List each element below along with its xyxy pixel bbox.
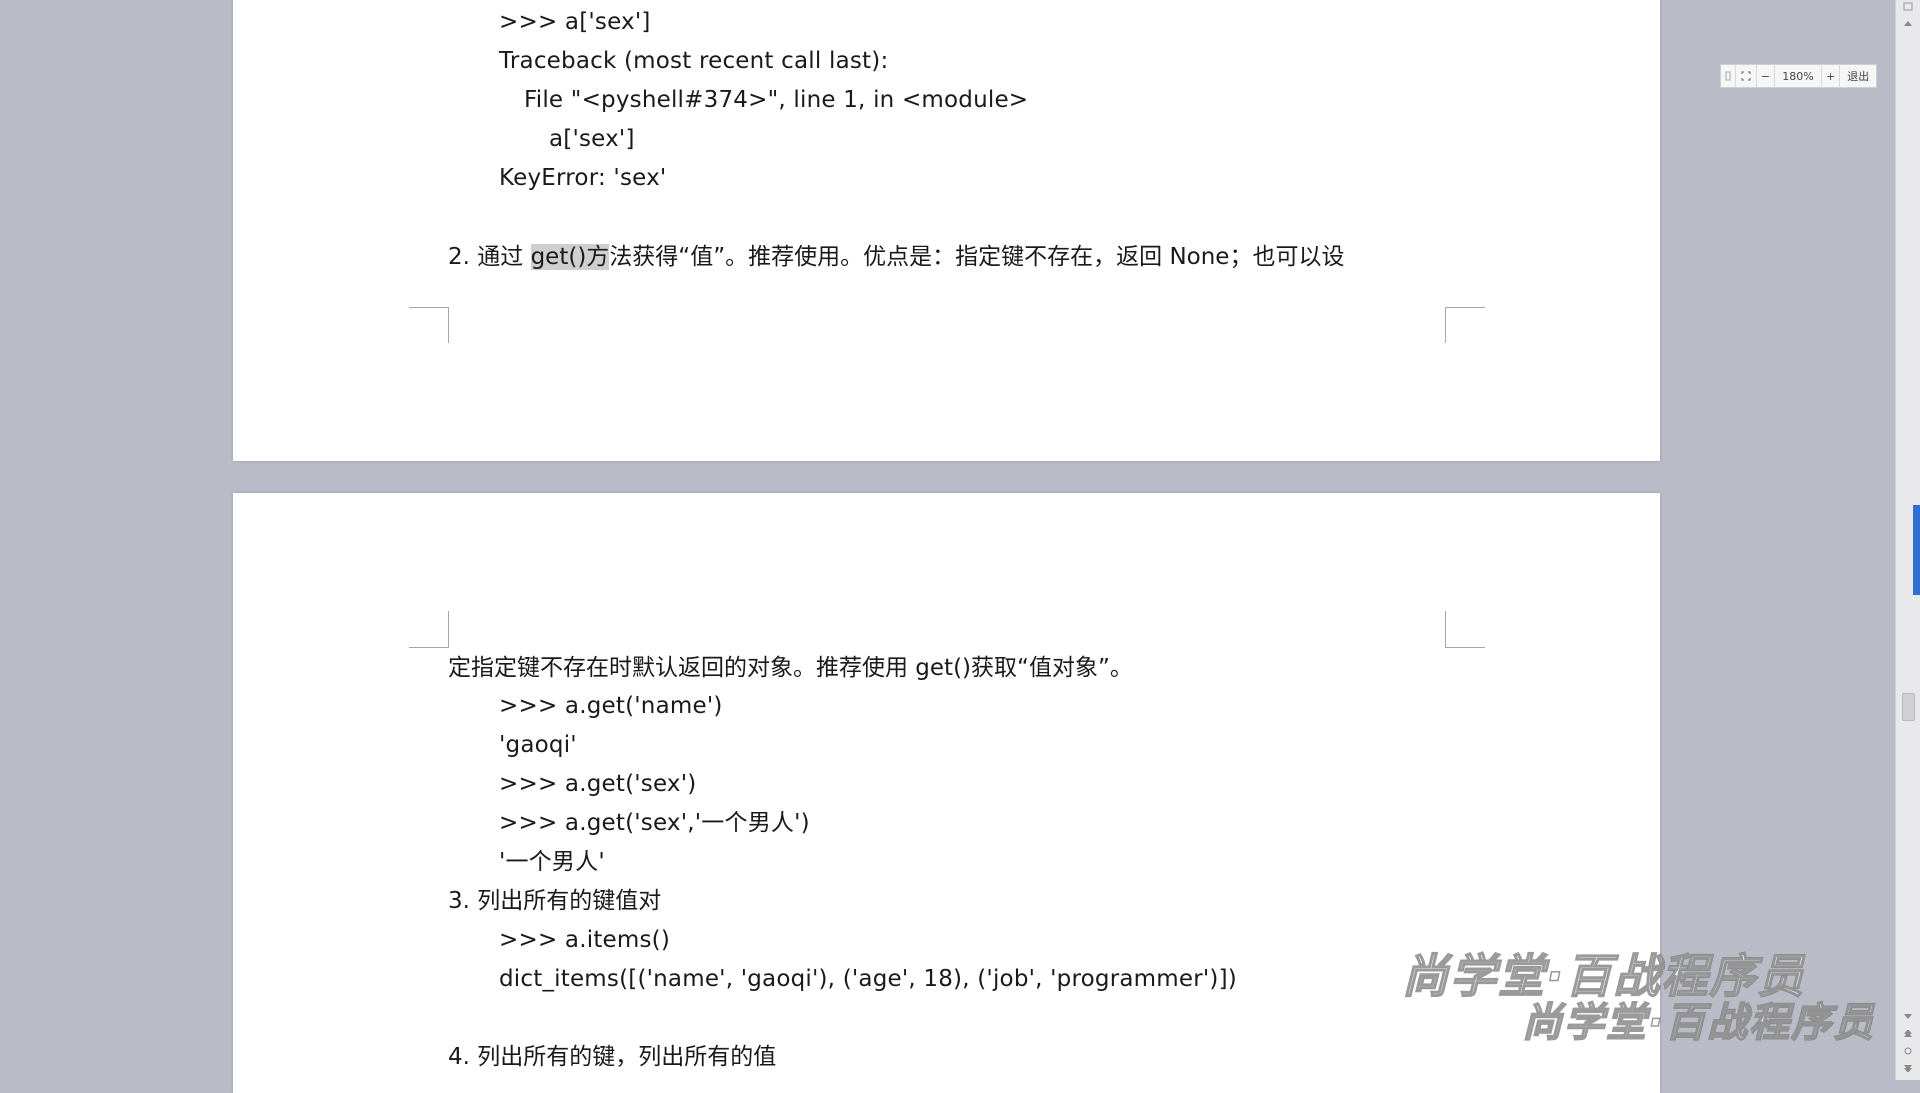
zoom-in-button[interactable]: +	[1820, 65, 1840, 87]
grip-icon	[1721, 65, 1735, 87]
zoom-out-button[interactable]: −	[1755, 65, 1775, 87]
watermark: 尚学堂·百战程序员	[1521, 999, 1876, 1047]
select-browse-icon[interactable]	[1902, 1047, 1914, 1059]
code-line: '一个男人'	[499, 849, 605, 875]
zoom-control: − 180% + 退出	[1720, 64, 1877, 88]
text-selection[interactable]: get()方	[530, 244, 610, 270]
code-line: >>> a.get('sex')	[499, 771, 697, 797]
scroll-top-icon[interactable]	[1902, 2, 1914, 14]
list-number: 3.	[448, 888, 470, 914]
next-page-icon[interactable]	[1902, 1064, 1914, 1076]
zoom-level[interactable]: 180%	[1774, 65, 1820, 87]
code-line: KeyError: 'sex'	[499, 165, 667, 191]
list-number: 4.	[448, 1044, 470, 1070]
margin-mark	[1445, 611, 1446, 647]
list-text: 列出所有的键，列出所有的值	[477, 1044, 777, 1070]
code-line: Traceback (most recent call last):	[499, 48, 889, 74]
document-page-1: >>> a['sex'] Traceback (most recent call…	[233, 0, 1660, 461]
code-line: dict_items([('name', 'gaoqi'), ('age', 1…	[499, 966, 1237, 992]
list-item-2: 2. 通过 get()方法获得“值”。推荐使用。优点是：指定键不存在，返回 No…	[448, 242, 1344, 272]
scroll-down-icon[interactable]	[1902, 1012, 1914, 1024]
exit-button[interactable]: 退出	[1839, 65, 1876, 87]
list-text: 通过	[477, 244, 531, 270]
margin-mark	[1445, 307, 1446, 343]
code-line: >>> a.get('sex','一个男人')	[499, 810, 810, 836]
code-line: >>> a.get('name')	[499, 693, 723, 719]
code-line: >>> a.items()	[499, 927, 671, 953]
side-panel-tab[interactable]	[1913, 505, 1920, 595]
fit-page-button[interactable]	[1734, 65, 1756, 87]
paragraph-continuation: 定指定键不存在时默认返回的对象。推荐使用 get()获取“值对象”。	[448, 655, 1133, 681]
list-text: 法获得“值”。推荐使用。优点是：指定键不存在，返回 None；也可以设	[609, 244, 1345, 270]
prev-page-icon[interactable]	[1902, 1029, 1914, 1042]
margin-mark	[409, 307, 449, 308]
list-number: 2.	[448, 244, 470, 270]
margin-mark	[1445, 647, 1485, 648]
code-line: >>> a['sex']	[499, 9, 651, 35]
list-item-3: 3. 列出所有的键值对	[448, 886, 661, 916]
list-item-4: 4. 列出所有的键，列出所有的值	[448, 1042, 776, 1072]
fit-page-icon	[1741, 71, 1751, 81]
scroll-up-icon[interactable]	[1902, 18, 1914, 30]
margin-mark	[1445, 307, 1485, 308]
code-line: 'gaoqi'	[499, 732, 577, 758]
margin-mark	[448, 611, 449, 647]
code-line: a['sex']	[549, 126, 635, 152]
scrollbar-thumb[interactable]	[1902, 693, 1915, 721]
list-text: 列出所有的键值对	[477, 888, 662, 914]
margin-mark	[448, 307, 449, 343]
code-line: File "<pyshell#374>", line 1, in <module…	[524, 87, 1029, 113]
margin-mark	[409, 647, 449, 648]
